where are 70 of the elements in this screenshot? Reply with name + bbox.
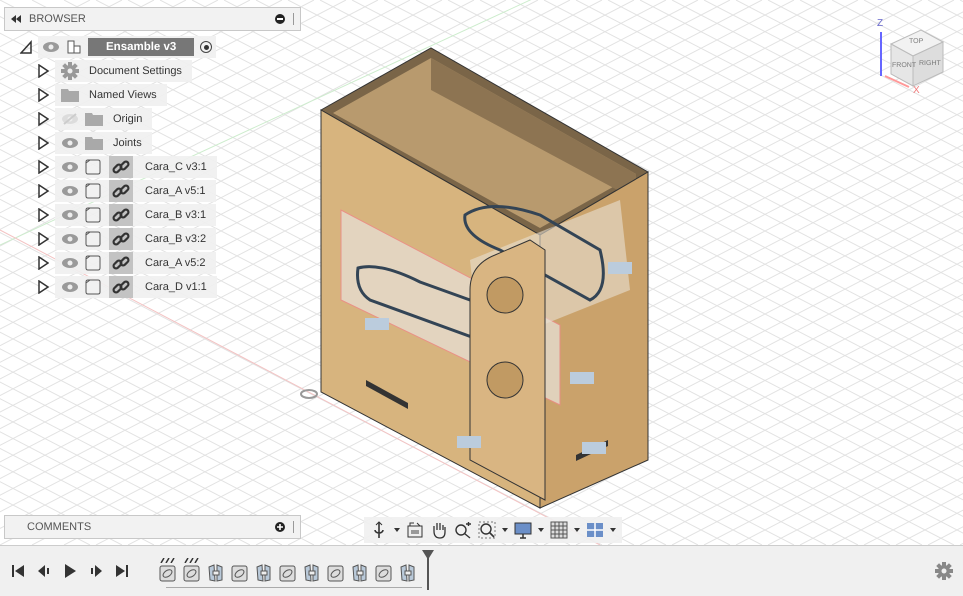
z-axis-label: Z: [877, 18, 884, 29]
expand-triangle-icon[interactable]: [37, 112, 49, 126]
settings-icon[interactable]: [935, 562, 953, 580]
collapse-panel-icon[interactable]: [11, 15, 21, 23]
zoom-window-icon[interactable]: [478, 521, 496, 539]
component-icon: [85, 231, 101, 247]
wooden-box-model-drawing[interactable]: [320, 47, 649, 509]
joint-feature-icon[interactable]: [375, 564, 393, 582]
component-feature-icon[interactable]: [255, 564, 273, 582]
component-icon: [85, 255, 101, 271]
joint-feature-icon[interactable]: [159, 564, 177, 582]
link-icon: [109, 180, 133, 202]
look-at-icon[interactable]: [406, 521, 424, 539]
expand-triangle-icon[interactable]: [37, 280, 49, 294]
component-icon: [85, 279, 101, 295]
comments-title: COMMENTS: [27, 521, 92, 533]
grid-icon[interactable]: [550, 521, 568, 539]
link-icon: [109, 276, 133, 298]
link-icon: [109, 204, 133, 226]
joint-feature-icon[interactable]: [327, 564, 345, 582]
folder-icon: [85, 136, 103, 150]
step-forward-icon[interactable]: [88, 563, 104, 579]
caret-icon[interactable]: [502, 528, 508, 532]
caret-icon[interactable]: [394, 528, 400, 532]
caret-icon[interactable]: [574, 528, 580, 532]
skip-to-start-icon[interactable]: [10, 563, 26, 579]
component-icon: [85, 207, 101, 223]
component-feature-icon[interactable]: [207, 564, 225, 582]
component-feature-icon[interactable]: [303, 564, 321, 582]
folder-icon: [61, 88, 79, 102]
root-component-label[interactable]: Ensamble v3: [88, 38, 194, 56]
caret-icon[interactable]: [538, 528, 544, 532]
component-icon: [85, 183, 101, 199]
expand-triangle-icon[interactable]: [37, 136, 49, 150]
origin-icon: [300, 389, 318, 399]
activate-radio[interactable]: [200, 41, 212, 53]
timeline-marker-icon[interactable]: [422, 550, 434, 590]
expand-triangle-icon[interactable]: [37, 64, 49, 78]
collapse-triangle-icon[interactable]: [20, 40, 32, 54]
joint-feature-icon[interactable]: [279, 564, 297, 582]
add-icon[interactable]: [275, 522, 285, 532]
expand-triangle-icon[interactable]: [37, 160, 49, 174]
skip-to-end-icon[interactable]: [114, 563, 130, 579]
assembly-icon: [66, 39, 82, 55]
z-axis-line: [880, 32, 882, 76]
expand-triangle-icon[interactable]: [37, 232, 49, 246]
expand-triangle-icon[interactable]: [37, 208, 49, 222]
step-back-icon[interactable]: [36, 563, 52, 579]
component-feature-icon[interactable]: [351, 564, 369, 582]
display-icon[interactable]: [514, 521, 532, 539]
folder-icon: [85, 112, 103, 126]
joint-feature-icon[interactable]: [231, 564, 249, 582]
expand-triangle-icon[interactable]: [37, 184, 49, 198]
link-icon: [109, 228, 133, 250]
minimize-icon[interactable]: [275, 14, 285, 24]
x-axis-label: X: [913, 85, 920, 96]
expand-triangle-icon[interactable]: [37, 88, 49, 102]
zoom-icon[interactable]: [454, 521, 472, 539]
x-axis-line: [884, 75, 910, 88]
joint-feature-icon[interactable]: [183, 564, 201, 582]
link-icon: [109, 156, 133, 178]
browser-title: BROWSER: [29, 13, 87, 25]
play-icon[interactable]: [62, 563, 78, 579]
viewports-icon[interactable]: [586, 521, 604, 539]
expand-triangle-icon[interactable]: [37, 256, 49, 270]
component-feature-icon[interactable]: [399, 564, 417, 582]
link-icon: [109, 252, 133, 274]
caret-icon[interactable]: [610, 528, 616, 532]
component-icon: [85, 159, 101, 175]
view-cube-drawing[interactable]: [890, 29, 944, 87]
